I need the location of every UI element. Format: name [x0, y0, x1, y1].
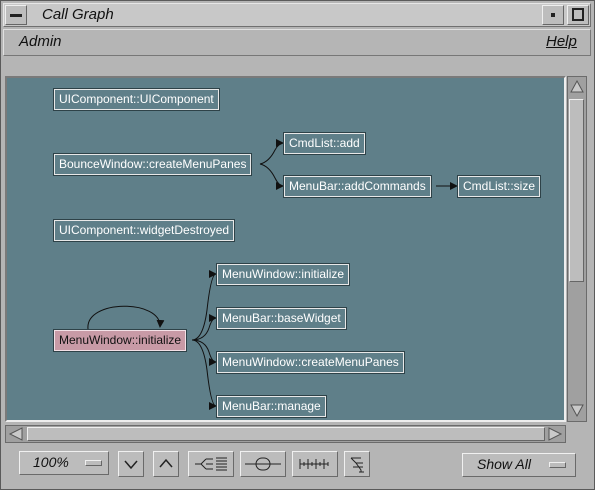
graph-node[interactable]: UIComponent::widgetDestroyed — [52, 219, 236, 242]
scroll-up-button[interactable] — [568, 78, 586, 96]
arrange-icon — [350, 457, 364, 473]
arrow-left-icon — [8, 427, 23, 441]
edge-self-loop — [87, 305, 165, 330]
edge-bounce-to-addcmds — [259, 163, 284, 190]
edge-mwinit-to-basewidget — [191, 314, 217, 341]
edge-mwinit-to-createpanes — [191, 339, 217, 366]
maximize-icon — [572, 8, 584, 21]
arrange-button[interactable] — [344, 451, 370, 477]
maximize-button[interactable] — [567, 5, 589, 25]
graph-node[interactable]: MenuWindow::createMenuPanes — [216, 351, 405, 374]
vertical-scroll-thumb[interactable] — [569, 99, 584, 282]
graph-canvas[interactable]: UIComponent::UIComponent BounceWindow::c… — [7, 78, 564, 420]
node-center-icon — [245, 457, 281, 471]
window-menu-icon — [10, 14, 22, 17]
menu-bar — [3, 29, 591, 56]
graph-node[interactable]: MenuBar::manage — [216, 395, 327, 418]
edge-bounce-to-cmdadd — [259, 139, 284, 165]
edge-mwinit-to-manage — [191, 339, 217, 410]
zoom-value: 100% — [33, 454, 69, 470]
menu-admin[interactable]: Admin — [19, 33, 62, 50]
graph-node[interactable]: MenuWindow::initialize — [215, 263, 351, 286]
scroll-left-button[interactable] — [7, 426, 25, 442]
window-menu-button[interactable] — [5, 5, 27, 25]
chevron-down-icon — [124, 460, 138, 470]
window-title: Call Graph — [42, 6, 114, 23]
expand-up-button[interactable] — [153, 451, 179, 477]
tree-collapse-button[interactable] — [188, 451, 234, 477]
expand-down-button[interactable] — [118, 451, 144, 477]
arrow-up-icon — [570, 79, 584, 93]
scroll-right-button[interactable] — [546, 426, 564, 442]
scroll-down-button[interactable] — [568, 401, 586, 419]
arrow-right-icon — [548, 427, 563, 441]
graph-node[interactable]: MenuBar::addCommands — [283, 175, 432, 198]
graph-node[interactable]: BounceWindow::createMenuPanes — [52, 153, 253, 176]
vertical-layout-button[interactable] — [292, 451, 338, 477]
minimize-icon — [551, 13, 555, 17]
option-menu-icon — [85, 460, 102, 466]
horizontal-scroll-thumb[interactable] — [27, 427, 545, 441]
graph-node[interactable]: UIComponent::UIComponent — [53, 88, 220, 111]
graph-node[interactable]: CmdList::add — [283, 132, 366, 155]
chevron-up-icon — [159, 458, 173, 468]
option-menu-icon — [549, 462, 566, 468]
graph-node[interactable]: MenuBar::baseWidget — [216, 307, 347, 330]
graph-node[interactable]: CmdList::size — [456, 175, 542, 198]
show-all-value: Show All — [477, 456, 531, 472]
vertical-layout-icon — [299, 459, 329, 469]
menu-help[interactable]: Help — [546, 33, 577, 50]
arrow-down-icon — [570, 404, 584, 418]
tree-collapse-icon — [195, 457, 227, 471]
minimize-button[interactable] — [542, 5, 564, 25]
graph-node-selected[interactable]: MenuWindow::initialize — [52, 329, 188, 352]
edge-mwinit-to-mwinit — [191, 270, 217, 341]
node-center-button[interactable] — [240, 451, 286, 477]
